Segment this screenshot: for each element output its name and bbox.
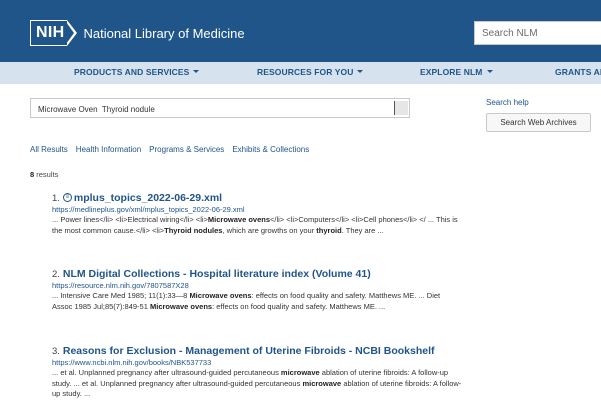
tab-all-results[interactable]: All Results bbox=[30, 145, 68, 154]
result-number: 3. bbox=[52, 346, 60, 357]
header-search-box[interactable] bbox=[474, 21, 601, 45]
highlighted-term: Microwave ovens bbox=[189, 291, 252, 300]
nav-grants[interactable]: GRANTS AN bbox=[555, 67, 601, 77]
tab-health-information[interactable]: Health Information bbox=[76, 145, 141, 154]
result-url[interactable]: https://www.ncbi.nlm.nih.gov/books/NBK53… bbox=[52, 358, 462, 368]
snippet-text: ... et al. Unplanned pregnancy after ult… bbox=[52, 368, 281, 377]
tab-exhibits-collections[interactable]: Exhibits & Collections bbox=[232, 145, 309, 154]
result-snippet: ... et al. Unplanned pregnancy after ult… bbox=[52, 368, 462, 400]
snippet-text: , which are growths on your bbox=[222, 225, 317, 235]
nav-label: EXPLORE NLM bbox=[420, 67, 483, 77]
result-url[interactable]: https://resource.nlm.nih.gov/7807587X28 bbox=[52, 281, 462, 291]
results-count: 8 results bbox=[30, 170, 58, 179]
search-web-archives-button[interactable]: Search Web Archives bbox=[486, 113, 591, 132]
nav-explore-nlm[interactable]: EXPLORE NLM bbox=[420, 67, 493, 77]
snippet-text: ... Intensive Care Med 1985; 11(1):33—8 bbox=[52, 291, 190, 300]
nav-resources-for-you[interactable]: RESOURCES FOR YOU bbox=[257, 67, 364, 77]
snippet-text: ... Power lines</li> <li>Electrical wiri… bbox=[52, 215, 208, 224]
highlighted-term: Microwave ovens bbox=[207, 215, 271, 224]
result-title-link[interactable]: 2. NLM Digital Collections - Hospital li… bbox=[52, 268, 462, 281]
header-search-input[interactable] bbox=[475, 22, 601, 44]
result-number: 1. bbox=[52, 193, 60, 204]
nav-label: GRANTS AN bbox=[555, 67, 601, 77]
site-header: NIH National Library of Medicine bbox=[0, 0, 601, 62]
highlighted-term: microwave bbox=[302, 378, 342, 388]
nav-label: PRODUCTS AND SERVICES bbox=[74, 67, 190, 77]
snippet-text: : effects on food quality and safety. Ma… bbox=[212, 301, 386, 311]
highlighted-term: thyroid bbox=[316, 225, 342, 235]
chevron-down-icon bbox=[193, 70, 200, 74]
highlighted-term: microwave bbox=[280, 368, 320, 377]
search-submit-button[interactable] bbox=[394, 101, 408, 115]
chevron-down-icon bbox=[486, 70, 493, 74]
logo-text: National Library of Medicine bbox=[83, 25, 245, 41]
result-title: NLM Digital Collections - Hospital liter… bbox=[62, 268, 371, 280]
snippet-text: . They are ... bbox=[341, 225, 384, 235]
nih-logo-mark: NIH bbox=[30, 20, 68, 46]
result-title-link[interactable]: 1. ≡ mplus_topics_2022-06-29.xml bbox=[52, 192, 462, 205]
nih-logo-arrow bbox=[65, 20, 78, 46]
search-help-link[interactable]: Search help bbox=[486, 98, 529, 107]
nav-products-and-services[interactable]: PRODUCTS AND SERVICES bbox=[74, 67, 200, 77]
nav-label: RESOURCES FOR YOU bbox=[257, 67, 354, 77]
tab-programs-services[interactable]: Programs & Services bbox=[149, 145, 224, 154]
chevron-down-icon bbox=[357, 70, 364, 74]
result-number: 2. bbox=[52, 269, 60, 280]
document-icon: ≡ bbox=[62, 192, 72, 202]
results-search-box[interactable] bbox=[30, 98, 410, 119]
highlighted-term: Microwave ovens bbox=[149, 301, 213, 311]
result-snippet: ... Power lines</li> <li>Electrical wiri… bbox=[52, 215, 462, 236]
search-result: 3. Reasons for Exclusion - Management of… bbox=[52, 345, 462, 400]
highlighted-term: Thyroid nodules bbox=[164, 225, 223, 235]
results-search-input[interactable] bbox=[31, 100, 391, 119]
result-url[interactable]: https://medlineplus.gov/xml/mplus_topics… bbox=[52, 205, 462, 215]
results-tabs: All Results Health Information Programs … bbox=[30, 145, 317, 154]
search-result: 1. ≡ mplus_topics_2022-06-29.xml https://… bbox=[52, 192, 462, 236]
nlm-logo[interactable]: NIH National Library of Medicine bbox=[30, 20, 245, 46]
result-snippet: ... Intensive Care Med 1985; 11(1):33—8 … bbox=[52, 291, 462, 312]
results-count-label: results bbox=[34, 170, 59, 179]
result-title-link[interactable]: 3. Reasons for Exclusion - Management of… bbox=[52, 345, 462, 358]
main-nav: PRODUCTS AND SERVICES RESOURCES FOR YOU … bbox=[0, 62, 601, 84]
result-title: Reasons for Exclusion - Management of Ut… bbox=[62, 345, 435, 357]
result-title: mplus_topics_2022-06-29.xml bbox=[73, 192, 223, 204]
search-result: 2. NLM Digital Collections - Hospital li… bbox=[52, 268, 462, 312]
